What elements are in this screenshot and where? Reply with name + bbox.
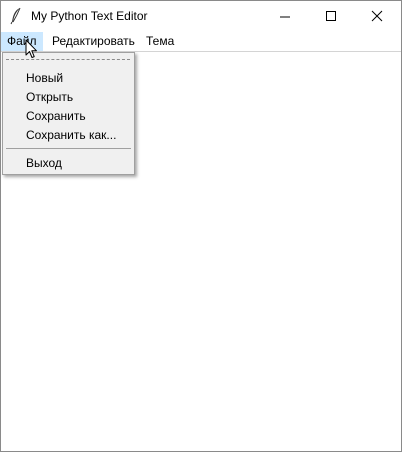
maximize-button[interactable] [309, 1, 355, 32]
minimize-button[interactable] [263, 1, 309, 32]
feather-icon [10, 7, 21, 25]
window-title: My Python Text Editor [31, 9, 148, 23]
menu-item-open[interactable]: Открыть [3, 88, 134, 107]
menu-bar: Файл Редактировать Тема [1, 32, 401, 52]
mouse-cursor-icon [25, 39, 37, 58]
menu-item-label: Новый [26, 71, 64, 85]
menu-item-label: Открыть [26, 90, 74, 104]
minimize-icon [280, 16, 290, 18]
menu-item-exit[interactable]: Выход [3, 154, 134, 173]
file-dropdown-menu: Новый Открыть Сохранить Сохранить как...… [2, 52, 135, 175]
app-window: My Python Text Editor Файл Редактировать… [0, 0, 402, 452]
menu-item-save[interactable]: Сохранить [3, 107, 134, 126]
close-icon [371, 10, 383, 22]
menu-item-label: Выход [26, 156, 62, 170]
menu-edit[interactable]: Редактировать [46, 32, 141, 51]
menu-theme[interactable]: Тема [140, 32, 180, 51]
menu-item-save-as[interactable]: Сохранить как... [3, 126, 134, 145]
close-button[interactable] [355, 1, 401, 32]
title-bar[interactable]: My Python Text Editor [1, 1, 401, 32]
maximize-icon [326, 11, 336, 21]
menu-item-label: Сохранить как... [26, 128, 117, 142]
menu-separator [6, 148, 131, 149]
menu-item-label: Сохранить [26, 109, 86, 123]
menu-item-new[interactable]: Новый [3, 69, 134, 88]
